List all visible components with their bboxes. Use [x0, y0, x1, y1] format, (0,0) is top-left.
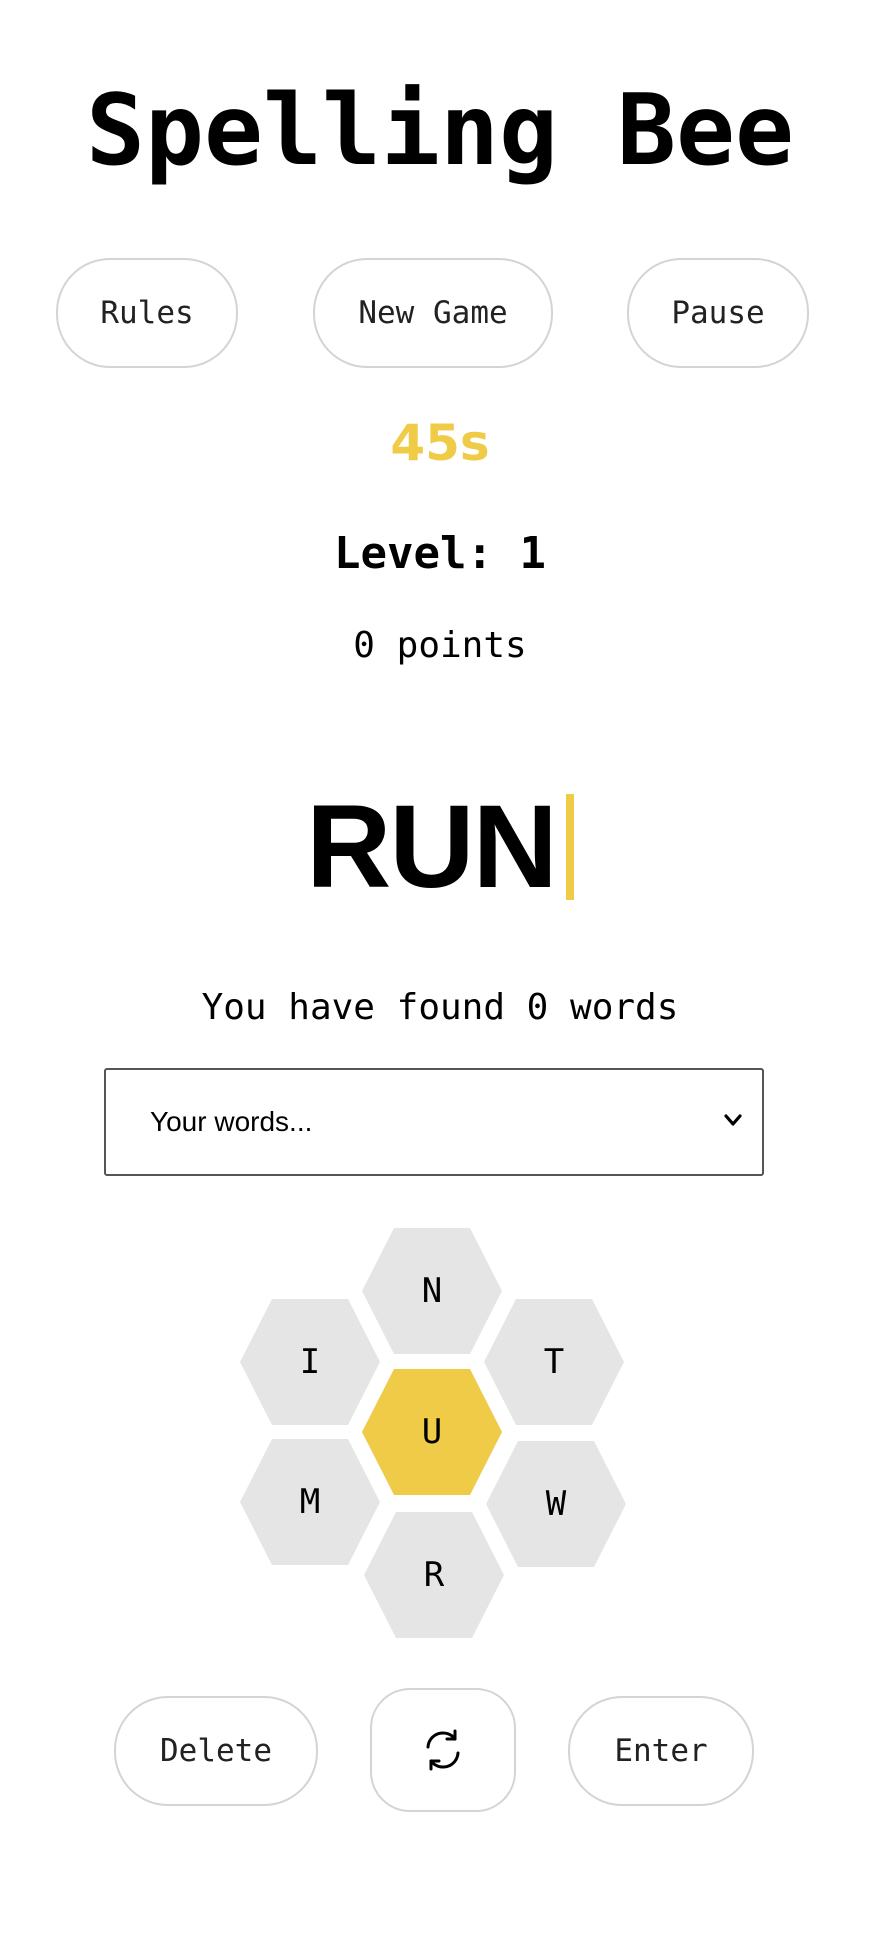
- hex-cell-bottom[interactable]: R: [364, 1512, 504, 1638]
- text-cursor: [565, 794, 574, 900]
- hex-letter-upper-left[interactable]: I: [300, 1342, 320, 1382]
- word-entry: RUN: [0, 788, 880, 906]
- level-indicator: Level: 1: [334, 528, 546, 579]
- chevron-down-icon: [720, 1107, 746, 1137]
- hex-letter-center[interactable]: U: [422, 1412, 442, 1452]
- hex-cell-upper-left[interactable]: I: [240, 1299, 380, 1425]
- hex-cell-lower-right[interactable]: W: [486, 1441, 626, 1567]
- page-title: Spelling Bee: [85, 74, 794, 188]
- timer: 45s: [390, 414, 490, 472]
- points-display: 0 points: [353, 625, 527, 666]
- hex-letter-lower-left[interactable]: M: [300, 1482, 320, 1522]
- hex-cell-upper-right[interactable]: T: [484, 1299, 624, 1425]
- hex-letter-bottom[interactable]: R: [424, 1555, 445, 1595]
- hex-cell-top[interactable]: N: [362, 1228, 502, 1354]
- found-words-count: You have found 0 words: [201, 987, 679, 1028]
- shuffle-button[interactable]: [370, 1688, 516, 1812]
- found-words-dropdown[interactable]: Your words...: [104, 1068, 764, 1176]
- new-game-button[interactable]: New Game: [313, 258, 553, 368]
- hex-letter-top[interactable]: N: [422, 1271, 442, 1311]
- dropdown-selected-value: Your words...: [150, 1106, 313, 1137]
- delete-button[interactable]: Delete: [114, 1696, 318, 1806]
- hex-cell-lower-left[interactable]: M: [240, 1439, 380, 1565]
- rules-button[interactable]: Rules: [56, 258, 238, 368]
- hex-cell-center[interactable]: U: [362, 1369, 502, 1495]
- hex-letter-lower-right[interactable]: W: [546, 1484, 567, 1524]
- pause-button[interactable]: Pause: [627, 258, 809, 368]
- refresh-icon: [419, 1726, 467, 1774]
- hex-letter-upper-right[interactable]: T: [544, 1342, 564, 1382]
- current-word: RUN: [306, 781, 558, 913]
- enter-button[interactable]: Enter: [568, 1696, 754, 1806]
